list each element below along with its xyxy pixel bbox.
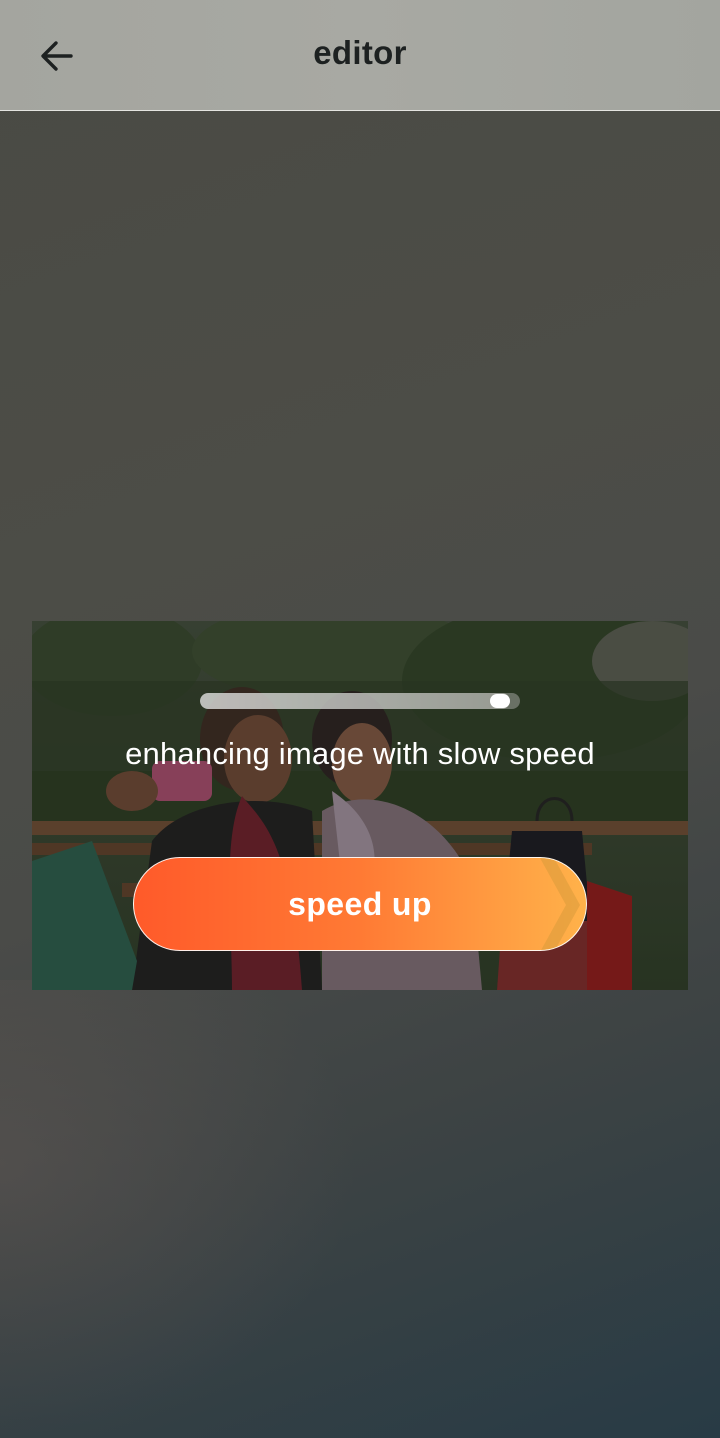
speed-up-button[interactable]: speed up [133,857,587,951]
page-title: editor [313,34,407,71]
progress-knob [490,694,511,708]
background-glow [0,980,360,1438]
app-header: editor [0,0,720,111]
enhance-progress-bar [200,693,520,709]
speed-up-label: speed up [288,886,432,922]
status-text: enhancing image with slow speed [125,736,595,771]
progress-fill [200,693,511,709]
